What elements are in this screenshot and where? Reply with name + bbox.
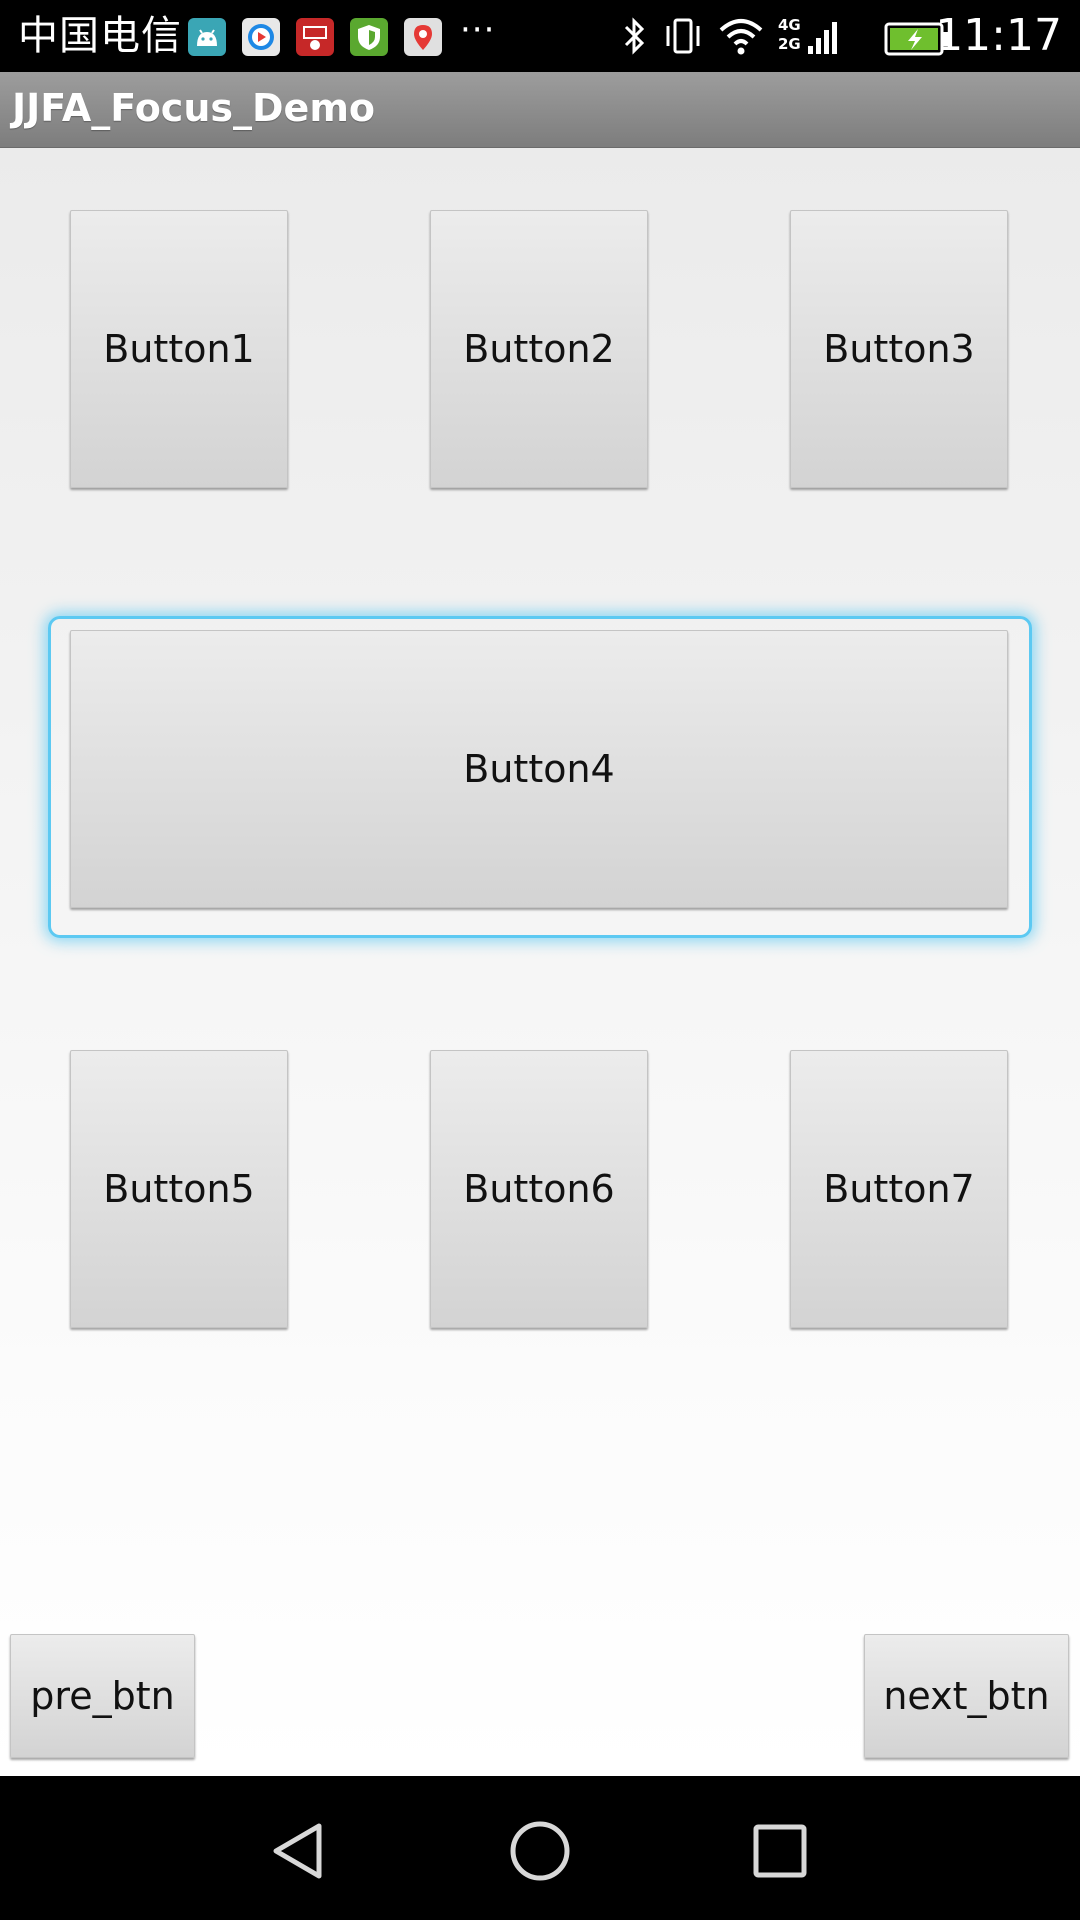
- recents-icon[interactable]: [745, 1816, 815, 1886]
- bluetooth-icon: [624, 17, 645, 55]
- home-icon[interactable]: [505, 1816, 575, 1886]
- shield-app-icon: [350, 18, 388, 56]
- status-bar: 中国电信 ··· 4G 2G 11:17: [0, 0, 1080, 72]
- netease-app-icon: [296, 18, 334, 56]
- network-type-label: 4G 2G: [778, 16, 801, 53]
- button-7[interactable]: Button7: [790, 1050, 1008, 1328]
- button-4[interactable]: Button4: [70, 630, 1008, 908]
- system-icons: 4G 2G: [620, 14, 840, 58]
- app-title: JJFA_Focus_Demo: [12, 86, 376, 130]
- vibrate-icon: [666, 18, 700, 54]
- android-icon: [188, 18, 226, 56]
- more-notifications-icon: ···: [460, 10, 496, 50]
- button-6[interactable]: Button6: [430, 1050, 648, 1328]
- video-app-icon: [242, 18, 280, 56]
- action-bar: JJFA_Focus_Demo: [0, 72, 1080, 148]
- next-button[interactable]: next_btn: [864, 1634, 1069, 1758]
- pre-button[interactable]: pre_btn: [10, 1634, 195, 1758]
- carrier-label: 中国电信: [18, 13, 182, 59]
- button-2[interactable]: Button2: [430, 210, 648, 488]
- button-1[interactable]: Button1: [70, 210, 288, 488]
- clock: 11:17: [935, 10, 1062, 61]
- navigation-bar: [0, 1776, 1080, 1920]
- content-area: Button1 Button2 Button3 Button4 Button5 …: [0, 148, 1080, 1776]
- button-5[interactable]: Button5: [70, 1050, 288, 1328]
- notification-icons: [188, 18, 442, 56]
- back-icon[interactable]: [264, 1816, 334, 1886]
- map-app-icon: [404, 18, 442, 56]
- wifi-icon: [719, 19, 763, 55]
- signal-icon: 4G 2G: [778, 14, 840, 58]
- button-3[interactable]: Button3: [790, 210, 1008, 488]
